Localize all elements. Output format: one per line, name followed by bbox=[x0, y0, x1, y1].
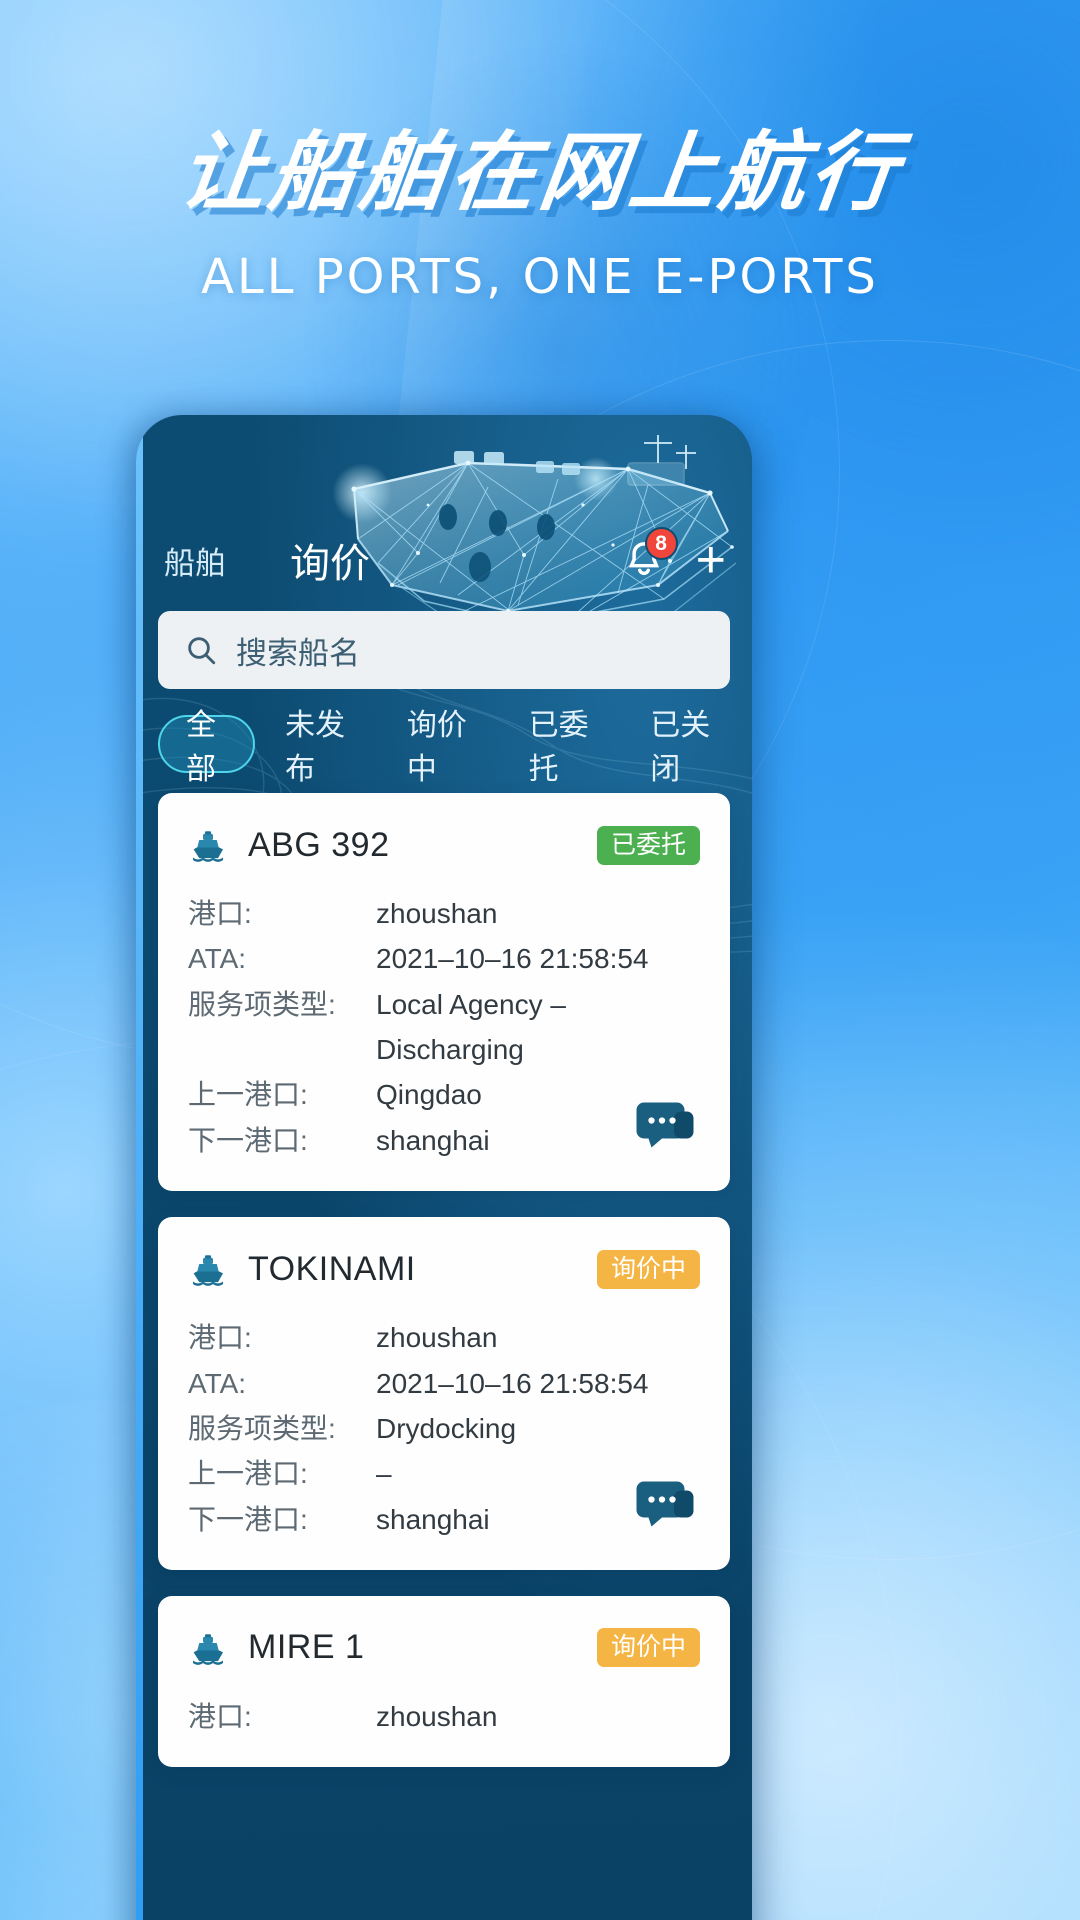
status-badge: 询价中 bbox=[596, 1249, 700, 1289]
list-item[interactable]: ABG 392 已委托 港口: zhoushan ATA: 2021–10–16… bbox=[158, 793, 730, 1192]
detail-value: shanghai bbox=[376, 1503, 490, 1535]
hero-subline: ALL PORTS, ONE E-PORTS bbox=[201, 249, 879, 306]
detail-value: zhoushan bbox=[376, 1322, 498, 1354]
vessel-name: MIRE 1 bbox=[248, 1628, 365, 1667]
inquiry-list[interactable]: ABG 392 已委托 港口: zhoushan ATA: 2021–10–16… bbox=[136, 793, 752, 1920]
chat-button[interactable] bbox=[634, 1480, 696, 1528]
detail-label: 上一港口: bbox=[188, 1458, 308, 1490]
detail-label: 下一港口: bbox=[188, 1503, 308, 1535]
card-detail-rows: 港口: zhoushan bbox=[188, 1694, 700, 1739]
detail-value: Drydocking bbox=[376, 1412, 517, 1444]
search-bar[interactable]: 搜索船名 bbox=[158, 611, 730, 689]
hero-section: 让船舶在网上航行 ALL PORTS, ONE E-PORTS bbox=[0, 123, 1080, 306]
status-badge: 已委托 bbox=[596, 825, 700, 865]
detail-label: ATA: bbox=[188, 1367, 247, 1399]
detail-row-next-port: 下一港口: shanghai bbox=[188, 1497, 700, 1542]
filter-chip-inquiring[interactable]: 询价中 bbox=[377, 700, 499, 788]
filter-chip-row: 全部 未发布 询价中 已委托 已关闭 bbox=[158, 709, 742, 786]
card-header: ABG 392 已委托 bbox=[188, 825, 700, 865]
search-icon bbox=[188, 637, 216, 665]
chat-button[interactable] bbox=[634, 1101, 696, 1149]
search-input[interactable]: 搜索船名 bbox=[236, 628, 360, 673]
vessel-name: ABG 392 bbox=[248, 825, 390, 864]
detail-value: shanghai bbox=[376, 1124, 490, 1156]
detail-row-ata: ATA: 2021–10–16 21:58:54 bbox=[188, 936, 700, 981]
filter-chip-entrusted[interactable]: 已委托 bbox=[499, 700, 621, 788]
ship-icon bbox=[193, 1634, 223, 1665]
phone-left-edge-highlight bbox=[136, 415, 143, 1920]
ship-icon bbox=[193, 1255, 223, 1287]
filter-chip-unpublished[interactable]: 未发布 bbox=[255, 700, 377, 788]
detail-row-service: 服务项类型: Drydocking bbox=[188, 1406, 700, 1451]
detail-label: 港口: bbox=[188, 1700, 252, 1732]
detail-label: 上一港口: bbox=[188, 1079, 308, 1111]
detail-value: 2021–10–16 21:58:54 bbox=[376, 1367, 649, 1399]
hero-headline: 让船舶在网上航行 bbox=[173, 123, 907, 223]
detail-label: 下一港口: bbox=[188, 1124, 308, 1156]
header-actions: 8 + bbox=[622, 527, 730, 586]
tab-vessels[interactable]: 船舶 bbox=[158, 536, 232, 585]
phone-mockup: 船舶 询价 8 + 搜索船名 全部 未发布 询价中 已委托 已关闭 ABG 39… bbox=[136, 415, 752, 1920]
detail-row-service: 服务项类型: Local Agency – Discharging bbox=[188, 982, 700, 1073]
detail-value: Local Agency – Discharging bbox=[376, 988, 566, 1066]
detail-label: ATA: bbox=[188, 943, 247, 975]
detail-value: Qingdao bbox=[376, 1079, 482, 1111]
detail-row-ata: ATA: 2021–10–16 21:58:54 bbox=[188, 1361, 700, 1406]
detail-value: zhoushan bbox=[376, 1700, 498, 1732]
card-header: MIRE 1 询价中 bbox=[188, 1628, 700, 1668]
detail-label: 服务项类型: bbox=[188, 1412, 336, 1444]
tab-inquiry[interactable]: 询价 bbox=[284, 529, 376, 593]
filter-chip-all[interactable]: 全部 bbox=[158, 709, 256, 786]
detail-row-port: 港口: zhoushan bbox=[188, 891, 700, 936]
detail-label: 港口: bbox=[188, 898, 252, 929]
detail-label: 港口: bbox=[188, 1322, 252, 1354]
notification-button[interactable]: 8 bbox=[622, 527, 678, 583]
detail-row-port: 港口: zhoushan bbox=[188, 1315, 700, 1360]
list-item[interactable]: TOKINAMI 询价中 港口: zhoushan ATA: 2021–10–1… bbox=[158, 1217, 730, 1570]
detail-value: – bbox=[376, 1458, 392, 1490]
list-item[interactable]: MIRE 1 询价中 港口: zhoushan bbox=[158, 1595, 730, 1768]
detail-value: 2021–10–16 21:58:54 bbox=[376, 943, 649, 975]
detail-row-prev-port: 上一港口: – bbox=[188, 1451, 700, 1496]
detail-row-next-port: 下一港口: shanghai bbox=[188, 1118, 700, 1163]
app-tab-bar: 船舶 询价 8 + bbox=[136, 525, 752, 595]
card-header: TOKINAMI 询价中 bbox=[188, 1249, 700, 1289]
detail-row-port: 港口: zhoushan bbox=[188, 1694, 700, 1739]
detail-label: 服务项类型: bbox=[188, 988, 336, 1020]
card-detail-rows: 港口: zhoushan ATA: 2021–10–16 21:58:54 服务… bbox=[188, 1315, 700, 1542]
notification-badge: 8 bbox=[644, 527, 678, 560]
ship-icon bbox=[193, 831, 223, 862]
detail-value: zhoushan bbox=[376, 898, 498, 929]
card-detail-rows: 港口: zhoushan ATA: 2021–10–16 21:58:54 服务… bbox=[188, 891, 700, 1163]
filter-chip-closed[interactable]: 已关闭 bbox=[620, 700, 742, 788]
status-badge: 询价中 bbox=[596, 1628, 700, 1668]
detail-row-prev-port: 上一港口: Qingdao bbox=[188, 1072, 700, 1117]
vessel-name: TOKINAMI bbox=[248, 1249, 416, 1288]
add-button[interactable]: + bbox=[696, 534, 726, 586]
